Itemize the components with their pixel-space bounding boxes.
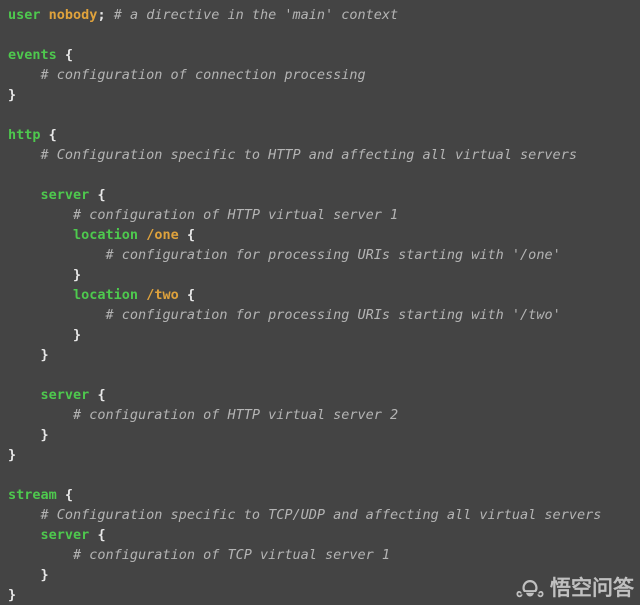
code-line: server { (0, 185, 640, 205)
code-keyword: events (8, 47, 57, 63)
code-comment: # configuration for processing URIs star… (105, 247, 561, 263)
code-comment: # configuration of HTTP virtual server 1 (73, 207, 399, 223)
code-keyword: user (8, 7, 41, 23)
code-viewer: user nobody; # a directive in the 'main'… (0, 0, 640, 605)
code-keyword: location (73, 227, 139, 243)
code-line: location /one { (0, 225, 640, 245)
code-line: # configuration for processing URIs star… (0, 305, 640, 325)
code-line: server { (0, 525, 640, 545)
code-comment: # configuration of connection processing (40, 67, 366, 83)
code-keyword: http (8, 127, 41, 143)
code-punctuation: } (8, 587, 17, 603)
code-line: server { (0, 385, 640, 405)
code-keyword: server (40, 187, 90, 203)
code-punctuation: { (97, 387, 106, 403)
code-keyword: location (73, 287, 139, 303)
code-keyword: stream (8, 487, 57, 503)
code-punctuation: } (40, 427, 49, 443)
code-punctuation: { (64, 487, 74, 503)
code-punctuation: { (97, 527, 106, 543)
code-punctuation: ; (97, 7, 106, 23)
code-comment: # a directive in the 'main' context (113, 7, 399, 23)
code-comment: # configuration of TCP virtual server 1 (73, 547, 391, 563)
code-line: # configuration of HTTP virtual server 2 (0, 405, 640, 425)
code-keyword: server (40, 527, 90, 543)
code-line: # configuration of HTTP virtual server 1 (0, 205, 640, 225)
code-line: stream { (0, 485, 640, 505)
code-punctuation: } (40, 347, 49, 363)
code-line: http { (0, 125, 640, 145)
code-punctuation: { (186, 227, 195, 243)
code-comment: # configuration for processing URIs star… (105, 307, 561, 323)
code-comment: # Configuration specific to TCP/UDP and … (40, 507, 602, 523)
code-punctuation: { (97, 187, 106, 203)
code-comment: # Configuration specific to HTTP and aff… (40, 147, 577, 163)
code-line: location /two { (0, 285, 640, 305)
code-line: } (0, 325, 640, 345)
code-value: /one (146, 227, 179, 243)
code-line: } (0, 345, 640, 365)
watermark-label: 悟空问答 (550, 576, 634, 600)
code-comment: # configuration of HTTP virtual server 2 (73, 407, 399, 423)
code-line: } (0, 265, 640, 285)
code-punctuation: } (73, 267, 82, 283)
code-line: # configuration for processing URIs star… (0, 245, 640, 265)
code-punctuation: { (48, 127, 57, 143)
code-line: events { (0, 45, 640, 65)
code-line: # configuration of TCP virtual server 1 (0, 545, 640, 565)
code-line: } (0, 445, 640, 465)
code-line: # Configuration specific to HTTP and aff… (0, 145, 640, 165)
code-line: # Configuration specific to TCP/UDP and … (0, 505, 640, 525)
code-line: # configuration of connection processing (0, 65, 640, 85)
code-value: nobody (48, 7, 98, 23)
code-punctuation: } (73, 327, 82, 343)
code-line: } (0, 425, 640, 445)
code-punctuation: } (8, 447, 17, 463)
code-line: } (0, 85, 640, 105)
code-punctuation: } (8, 87, 17, 103)
code-punctuation: { (186, 287, 195, 303)
code-line: user nobody; # a directive in the 'main'… (0, 5, 640, 25)
code-keyword: server (40, 387, 90, 403)
watermark: 悟空问答 (516, 578, 634, 599)
code-punctuation: { (64, 47, 74, 63)
code-value: /two (146, 287, 179, 303)
wukong-monkey-logo-icon (516, 579, 544, 597)
code-punctuation: } (40, 567, 49, 583)
